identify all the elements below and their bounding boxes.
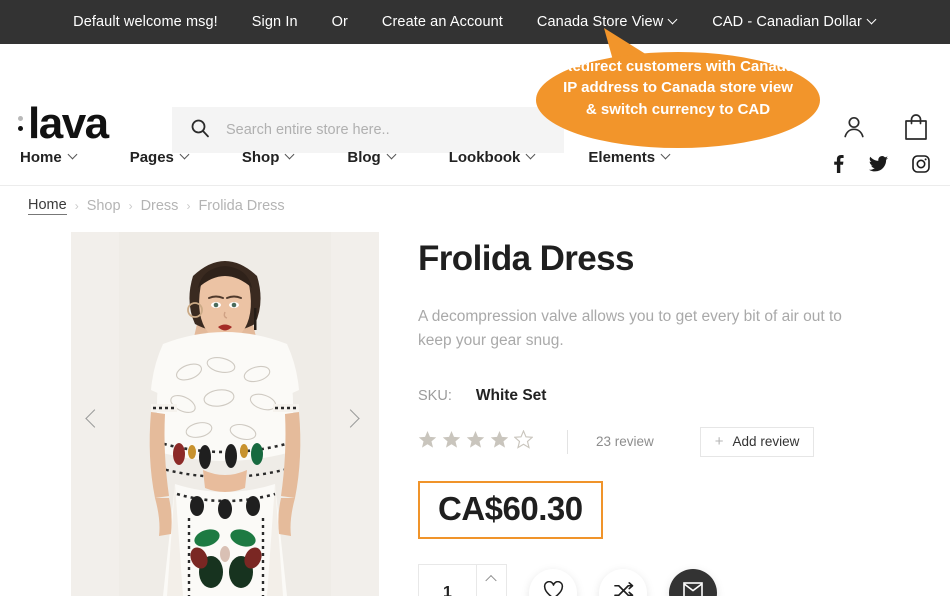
breadcrumb-separator: › xyxy=(128,199,133,213)
review-count: 23 review xyxy=(596,434,654,450)
chevron-down-icon xyxy=(669,16,678,25)
or-separator: Or xyxy=(331,14,348,30)
breadcrumb-item-current: Frolida Dress xyxy=(198,198,285,214)
twitter-icon[interactable] xyxy=(869,156,888,172)
sku-value: White Set xyxy=(475,386,547,404)
quantity-increase-button[interactable] xyxy=(477,565,506,593)
quantity-stepper[interactable] xyxy=(418,563,507,596)
nav-item-lookbook[interactable]: Lookbook xyxy=(449,149,563,166)
product-image-gallery[interactable] xyxy=(71,232,379,596)
product-description: A decompression valve allows you to get … xyxy=(418,307,842,349)
heart-icon xyxy=(543,580,564,596)
breadcrumb-item-dress[interactable]: Dress xyxy=(141,198,179,214)
breadcrumb: Home › Shop › Dress › Frolida Dress xyxy=(28,197,285,215)
compare-button[interactable] xyxy=(599,568,647,596)
star-icon-empty xyxy=(513,429,534,454)
product-sku: SKU: White Set xyxy=(418,387,888,405)
star-icon-filled xyxy=(442,430,461,454)
chevron-right-icon xyxy=(341,409,360,428)
quantity-input[interactable] xyxy=(419,564,476,596)
nav-item-blog[interactable]: Blog xyxy=(347,149,422,166)
star-rating[interactable] xyxy=(418,429,534,454)
social-links xyxy=(831,155,930,173)
envelope-icon xyxy=(683,582,703,596)
star-icon-filled xyxy=(418,430,437,454)
breadcrumb-item-shop[interactable]: Shop xyxy=(87,198,121,214)
sku-label: SKU: xyxy=(418,387,452,404)
compare-shuffle-icon xyxy=(613,581,634,596)
nav-item-pages[interactable]: Pages xyxy=(130,149,216,166)
email-button[interactable] xyxy=(669,568,717,596)
gallery-next-button[interactable] xyxy=(338,403,370,435)
add-review-button[interactable]: + Add review xyxy=(699,426,815,457)
sign-in-link[interactable]: Sign In xyxy=(235,14,315,30)
breadcrumb-separator: › xyxy=(74,199,79,213)
chevron-down-icon xyxy=(69,151,78,160)
product-photo xyxy=(71,232,379,596)
plus-icon: + xyxy=(714,433,724,451)
breadcrumb-separator: › xyxy=(186,199,191,213)
chevron-up-icon xyxy=(485,574,497,586)
facebook-icon[interactable] xyxy=(831,155,845,173)
nav-label: Pages xyxy=(129,149,174,166)
product-price: CA$60.30 xyxy=(438,489,583,527)
product-rating-row: 23 review + Add review xyxy=(418,426,888,457)
nav-label: Blog xyxy=(347,149,381,166)
add-to-wishlist-button[interactable] xyxy=(529,568,577,596)
annotation-callout: Redirect customers with Canada IP addres… xyxy=(536,28,820,150)
product-actions xyxy=(418,563,888,596)
star-icon-filled xyxy=(466,430,485,454)
chevron-left-icon xyxy=(85,409,104,428)
product-page: Default welcome msg! Sign In Or Create a… xyxy=(0,0,950,596)
chevron-down-icon xyxy=(388,151,397,160)
nav-item-shop[interactable]: Shop xyxy=(242,149,322,166)
quantity-decrease-button[interactable] xyxy=(477,593,506,596)
chevron-down-icon xyxy=(868,16,877,25)
gallery-prev-button[interactable] xyxy=(80,403,112,435)
product-title: Frolida Dress xyxy=(418,239,634,278)
nav-label: Shop xyxy=(241,149,280,166)
chevron-down-icon xyxy=(662,151,671,160)
chevron-down-icon xyxy=(527,151,536,160)
nav-label: Home xyxy=(20,149,62,166)
add-review-label: Add review xyxy=(732,434,800,450)
welcome-message: Default welcome msg! xyxy=(73,14,218,30)
chevron-down-icon xyxy=(181,151,190,160)
divider xyxy=(567,429,568,454)
product-info: Frolida Dress A decompression valve allo… xyxy=(418,239,888,596)
logo-dots-icon xyxy=(18,115,23,131)
nav-item-elements[interactable]: Elements xyxy=(588,149,697,166)
nav-label: Lookbook xyxy=(448,149,521,166)
instagram-icon[interactable] xyxy=(912,155,930,173)
product-price-box: CA$60.30 xyxy=(418,480,603,539)
nav-item-home[interactable]: Home xyxy=(20,149,104,166)
create-account-link[interactable]: Create an Account xyxy=(365,14,520,30)
chevron-down-icon xyxy=(286,151,295,160)
breadcrumb-item-home[interactable]: Home xyxy=(28,197,67,215)
nav-label: Elements xyxy=(588,149,656,166)
star-icon-filled xyxy=(490,430,509,454)
callout-text: Redirect customers with Canada IP addres… xyxy=(561,58,795,118)
